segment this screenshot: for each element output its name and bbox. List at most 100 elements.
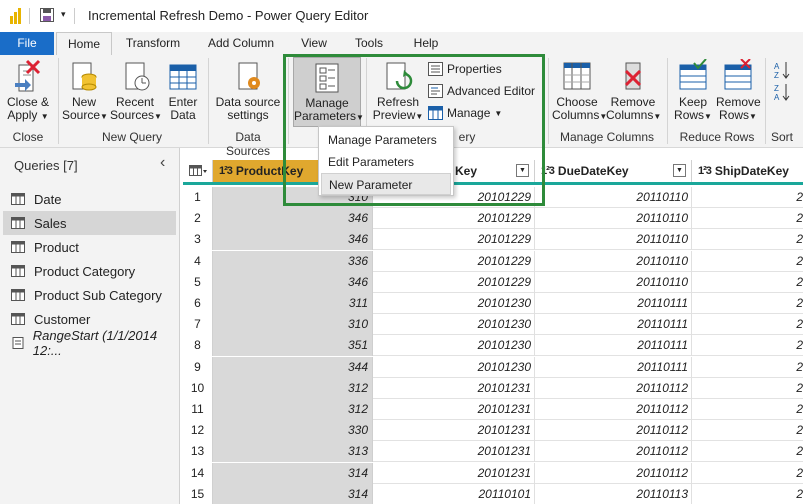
query-item[interactable]: Sales xyxy=(3,211,176,235)
menu-item-manage-parameters[interactable]: Manage Parameters xyxy=(319,129,453,151)
table-cell[interactable]: 20101230 xyxy=(373,293,535,314)
table-cell[interactable]: 336 xyxy=(213,250,373,272)
table-cell[interactable]: 2 xyxy=(692,420,803,441)
table-cell[interactable]: 344 xyxy=(213,356,373,378)
table-cell[interactable]: 20101231 xyxy=(373,377,535,399)
table-cell[interactable]: 2 xyxy=(692,441,803,462)
table-cell[interactable]: 20110110 xyxy=(535,187,692,208)
table-cell[interactable]: 20110111 xyxy=(535,293,692,314)
table-cell[interactable]: 351 xyxy=(213,335,373,357)
table-cell[interactable]: 312 xyxy=(213,377,373,399)
table-cell[interactable]: 2 xyxy=(692,208,803,229)
column-header-shipdatekey[interactable]: 1²3 ShipDateKey xyxy=(692,160,803,182)
table-cell[interactable]: 2 xyxy=(692,335,803,356)
table-row[interactable]: 2 346 20101229 20110110 2 xyxy=(183,208,803,230)
table-cell[interactable]: 346 xyxy=(213,208,373,230)
table-row[interactable]: 5 346 20101229 20110110 2 xyxy=(183,271,803,293)
filter-dropdown-icon[interactable]: ▼ xyxy=(673,164,686,177)
table-cell[interactable]: 20110112 xyxy=(535,420,692,442)
close-apply-button[interactable]: Close & Apply ▼ xyxy=(4,59,52,123)
properties-button[interactable]: Properties xyxy=(428,62,502,76)
query-item[interactable]: Product Category xyxy=(3,259,176,283)
quick-access-dropdown-icon[interactable]: ▾ xyxy=(61,9,66,20)
table-cell[interactable]: 20110110 xyxy=(535,229,692,251)
table-cell[interactable]: 20110112 xyxy=(535,441,692,463)
table-cell[interactable]: 20101231 xyxy=(373,399,535,420)
tab-view[interactable]: View xyxy=(294,32,334,55)
data-source-settings-button[interactable]: Data source settings xyxy=(214,59,282,122)
table-row[interactable]: 13 313 20101231 20110112 2 xyxy=(183,441,803,463)
table-row[interactable]: 6 311 20101230 20110111 2 xyxy=(183,293,803,314)
new-source-button[interactable]: New Source▼ xyxy=(62,59,108,123)
table-cell[interactable]: 2 xyxy=(692,293,803,314)
table-cell[interactable]: 2 xyxy=(692,272,803,293)
table-cell[interactable]: 2 xyxy=(692,378,803,399)
table-cell[interactable]: 20101231 xyxy=(373,420,535,442)
sort-ascending-button[interactable]: A Z xyxy=(772,61,792,82)
advanced-editor-button[interactable]: Advanced Editor xyxy=(428,84,535,98)
table-cell[interactable]: 20101231 xyxy=(373,462,535,484)
table-cell[interactable]: 20101229 xyxy=(373,250,535,272)
menu-item-new-parameter[interactable]: New Parameter xyxy=(321,173,451,195)
refresh-preview-button[interactable]: Refresh Preview▼ xyxy=(372,59,424,123)
table-cell[interactable]: 20110111 xyxy=(535,356,692,378)
table-cell[interactable]: 20110112 xyxy=(535,377,692,399)
table-row[interactable]: 15 314 20110101 20110113 2 xyxy=(183,483,803,504)
table-cell[interactable]: 346 xyxy=(213,229,373,251)
table-row[interactable]: 11 312 20101231 20110112 2 xyxy=(183,399,803,420)
table-cell[interactable]: 20101231 xyxy=(373,441,535,463)
table-cell[interactable]: 2 xyxy=(692,229,803,250)
query-item[interactable]: Date xyxy=(3,187,176,211)
table-cell[interactable]: 311 xyxy=(213,293,373,314)
table-cell[interactable]: 312 xyxy=(213,399,373,420)
table-cell[interactable]: 20110110 xyxy=(535,250,692,272)
table-cell[interactable]: 314 xyxy=(213,483,373,504)
table-row[interactable]: 14 314 20101231 20110112 2 xyxy=(183,462,803,484)
table-cell[interactable]: 20110110 xyxy=(535,208,692,230)
table-cell[interactable]: 330 xyxy=(213,420,373,442)
table-cell[interactable]: 2 xyxy=(692,251,803,272)
menu-item-edit-parameters[interactable]: Edit Parameters xyxy=(319,151,453,173)
table-cell[interactable]: 20110101 xyxy=(373,483,535,504)
remove-rows-button[interactable]: Remove Rows▼ xyxy=(716,59,761,123)
whole-number-type-icon[interactable]: 1²3 xyxy=(698,165,712,177)
table-menu-button[interactable] xyxy=(183,160,213,182)
enter-data-button[interactable]: Enter Data xyxy=(164,59,202,122)
table-cell[interactable]: 313 xyxy=(213,441,373,463)
table-cell[interactable]: 314 xyxy=(213,462,373,484)
collapse-pane-icon[interactable]: ‹ xyxy=(160,154,165,172)
query-item[interactable]: Product Sub Category xyxy=(3,283,176,307)
table-cell[interactable]: 20110111 xyxy=(535,335,692,357)
choose-columns-button[interactable]: Choose Columns▼ xyxy=(552,59,607,123)
keep-rows-button[interactable]: Keep Rows▼ xyxy=(672,59,714,123)
tab-home[interactable]: Home xyxy=(56,32,112,56)
table-cell[interactable]: 310 xyxy=(213,314,373,336)
table-row[interactable]: 3 346 20101229 20110110 2 xyxy=(183,229,803,251)
table-cell[interactable]: 346 xyxy=(213,271,373,293)
recent-sources-button[interactable]: Recent Sources▼ xyxy=(110,59,162,123)
table-row[interactable]: 12 330 20101231 20110112 2 xyxy=(183,420,803,442)
table-cell[interactable]: 20110112 xyxy=(535,399,692,420)
table-cell[interactable]: 20101229 xyxy=(373,208,535,230)
tab-help[interactable]: Help xyxy=(406,32,446,55)
query-item[interactable]: Product xyxy=(3,235,176,259)
table-cell[interactable]: 20101230 xyxy=(373,335,535,357)
remove-columns-button[interactable]: Remove Columns▼ xyxy=(606,59,661,123)
tab-tools[interactable]: Tools xyxy=(346,32,392,55)
filter-dropdown-icon[interactable]: ▼ xyxy=(516,164,529,177)
table-cell[interactable]: 2 xyxy=(692,399,803,420)
manage-button[interactable]: Manage ▼ xyxy=(428,106,502,120)
whole-number-type-icon[interactable]: 1²3 xyxy=(541,165,555,177)
table-row[interactable]: 8 351 20101230 20110111 2 xyxy=(183,335,803,357)
table-row[interactable]: 10 312 20101231 20110112 2 xyxy=(183,377,803,399)
manage-parameters-button[interactable]: Manage Parameters▼ xyxy=(293,57,364,127)
table-row[interactable]: 7 310 20101230 20110111 2 xyxy=(183,314,803,336)
table-cell[interactable]: 2 xyxy=(692,463,803,484)
tab-add-column[interactable]: Add Column xyxy=(199,32,283,55)
column-header-duedatekey[interactable]: 1²3 DueDateKey ▼ xyxy=(535,160,692,182)
query-item[interactable]: RangeStart (1/1/2014 12:... xyxy=(3,328,176,358)
table-cell[interactable]: 2 xyxy=(692,187,803,208)
sort-descending-button[interactable]: Z A xyxy=(772,83,792,104)
table-cell[interactable]: 20101229 xyxy=(373,271,535,293)
tab-transform[interactable]: Transform xyxy=(115,32,191,55)
